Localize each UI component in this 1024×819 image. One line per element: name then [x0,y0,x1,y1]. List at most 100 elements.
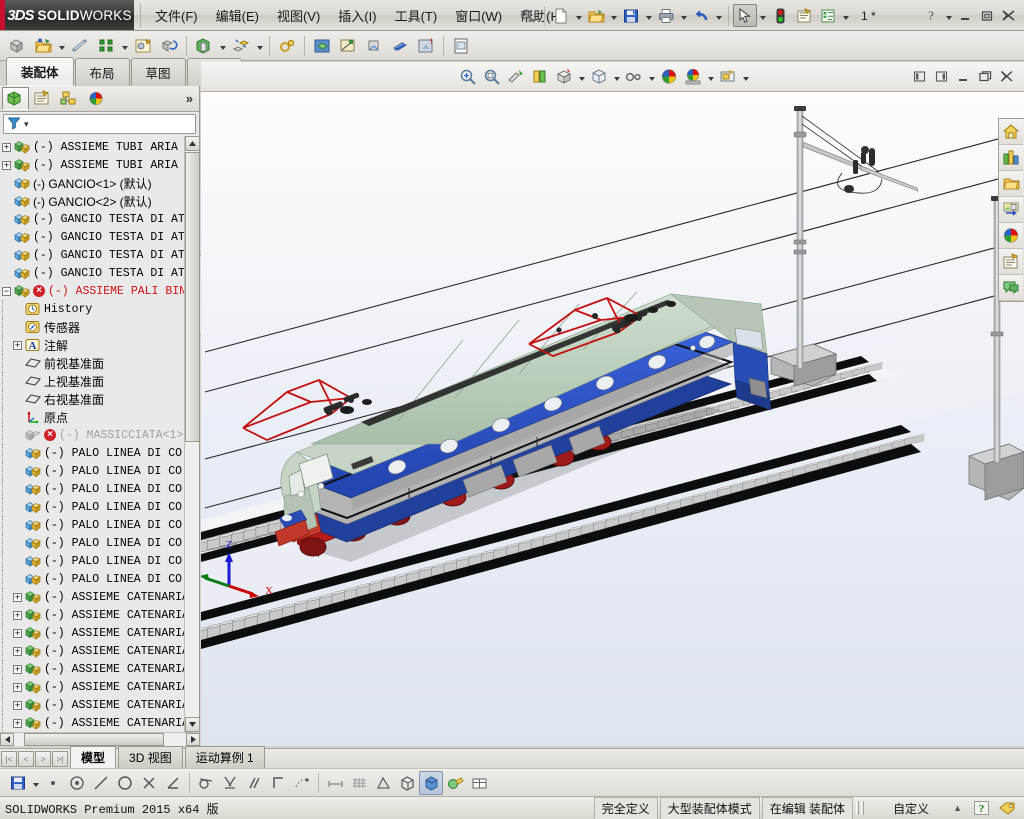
tree-item[interactable]: 右视基准面 [0,390,199,408]
shaded-icon[interactable] [419,770,443,795]
tree-item[interactable]: (-) GANCIO TESTA DI ATTA [0,264,199,282]
tree-item[interactable]: + (-) ASSIEME CATENARIA [0,714,199,732]
exploded-view-dropdown[interactable] [254,34,265,57]
scroll-up-arrow[interactable] [185,136,200,151]
rebuild-icon[interactable] [768,4,792,27]
tree-item[interactable]: 传感器 [0,318,199,336]
menu-tools[interactable]: 工具(T) [386,2,447,29]
save-icon[interactable] [619,4,643,27]
tree-item[interactable]: + (-) ASSIEME CATENARIA [0,642,199,660]
display-style-icon[interactable] [587,65,611,88]
tree-item[interactable]: (-) PALO LINEA DI CO [0,498,199,516]
make-drawing-icon[interactable] [448,33,474,58]
tree-item[interactable]: (-) PALO LINEA DI CO [0,570,199,588]
assembly-features-dropdown[interactable] [217,34,228,57]
appearance-icon[interactable] [443,771,467,795]
new-document-icon[interactable] [549,4,573,27]
scroll-down-arrow[interactable] [185,717,200,732]
open-folder-dropdown[interactable] [608,4,619,27]
perpendicular-icon[interactable] [218,771,242,795]
restore-icon[interactable] [974,67,996,87]
tree-expand-icon[interactable]: + [13,340,22,350]
linear-pattern-dropdown[interactable] [119,34,130,57]
insert-component-dropdown[interactable] [56,34,67,57]
restore-icon[interactable] [976,6,998,26]
scrollbar-thumb[interactable] [185,152,200,442]
insert-component-icon[interactable] [4,33,30,58]
close-icon[interactable] [996,67,1018,87]
print-dropdown[interactable] [678,4,689,27]
display-style-dropdown[interactable] [611,65,622,88]
menu-edit[interactable]: 编辑(E) [207,2,268,29]
tree-expand-icon[interactable]: + [13,718,22,728]
spline-icon[interactable] [290,771,314,795]
help-question-icon[interactable]: ? [919,4,943,27]
tab-model[interactable]: 模型 [70,746,117,768]
tree-item[interactable]: + (-) ASSIEME CATENARIA [0,606,199,624]
filter-dropdown-icon[interactable]: ▾ [24,119,29,130]
print-icon[interactable] [654,4,678,27]
hide-show-items-dropdown[interactable] [646,65,657,88]
tree-item[interactable]: 前视基准面 [0,354,199,372]
hscrollbar-thumb[interactable] [24,733,164,746]
tab-motion-study-1[interactable]: 运动算例 1 [184,746,265,768]
tree-item[interactable]: − × (-) ASSIEME PALI BINA [0,282,199,300]
tree-item[interactable]: + (-) ASSIEME CATENARIA [0,660,199,678]
tree-expand-icon[interactable]: + [13,592,22,602]
menu-window[interactable]: 窗口(W) [446,2,511,29]
status-up-arrow-icon[interactable]: ▲ [953,803,962,813]
feature-tree-vertical-scrollbar[interactable] [184,136,200,732]
linear-pattern-icon[interactable] [93,33,119,58]
table-icon[interactable] [467,771,491,795]
tab-sketch[interactable]: 草图 [130,58,186,86]
search-icon[interactable] [516,4,540,27]
mate-icon[interactable] [67,33,93,58]
tab-configuration-manager[interactable] [56,87,83,110]
save-dropdown[interactable] [30,771,41,794]
apply-scene-icon[interactable] [681,65,705,88]
help-question-icon[interactable]: ? [974,801,989,815]
tree-item[interactable]: (-) GANCIO TESTA DI ATTA [0,228,199,246]
undo-dropdown[interactable] [713,4,724,27]
tree-item[interactable]: + (-) ASSIEME CATENARIA [0,678,199,696]
feature-manager-expand[interactable]: » [186,91,193,106]
undo-icon[interactable] [689,4,713,27]
tree-expand-icon[interactable]: + [13,664,22,674]
tree-item[interactable]: + (-) ASSIEME TUBI ARIA RI [0,138,199,156]
tab-layout[interactable]: 布局 [74,58,130,86]
view-settings-dropdown[interactable] [840,4,851,27]
tree-item[interactable]: + (-) ASSIEME CATENARIA [0,624,199,642]
tab-nav-first[interactable]: |< [1,751,17,767]
assembly-features-icon[interactable] [191,33,217,58]
tree-collapse-icon[interactable]: − [2,286,11,296]
apply-scene-dropdown[interactable] [705,65,716,88]
point-icon[interactable] [41,771,65,795]
tree-item[interactable]: (-) GANCIO<2> (默认) [0,192,199,210]
tree-item[interactable]: (-) PALO LINEA DI CO [0,516,199,534]
tree-item[interactable]: History [0,300,199,318]
tree-item[interactable]: + A 注解 [0,336,199,354]
section-view-icon[interactable] [528,65,552,88]
tree-item[interactable]: 上视基准面 [0,372,199,390]
scroll-left-arrow[interactable] [0,733,14,746]
tree-item[interactable]: (-) PALO LINEA DI CO [0,444,199,462]
menu-insert[interactable]: 插入(I) [329,2,385,29]
corner-icon[interactable] [266,771,290,795]
options-icon[interactable] [792,4,816,27]
tab-property-manager[interactable] [29,87,56,110]
select-arrow-icon[interactable] [733,4,757,27]
minimize-icon[interactable] [954,6,976,26]
menu-file[interactable]: 文件(F) [146,2,207,29]
dimension-icon[interactable] [323,771,347,795]
tab-display-manager[interactable] [83,87,110,110]
save-icon[interactable] [6,771,30,795]
tree-expand-icon[interactable]: + [2,160,11,170]
minimize-icon[interactable] [952,67,974,87]
tree-expand-icon[interactable]: + [13,628,22,638]
coincident-icon[interactable] [137,771,161,795]
feature-tree-horizontal-scrollbar[interactable] [0,732,200,746]
task-pane-resources[interactable] [999,119,1023,145]
tab-3d-views[interactable]: 3D 视图 [118,746,183,768]
concentric-icon[interactable] [65,771,89,795]
tree-item[interactable]: + (-) ASSIEME TUBI ARIA RI [0,156,199,174]
